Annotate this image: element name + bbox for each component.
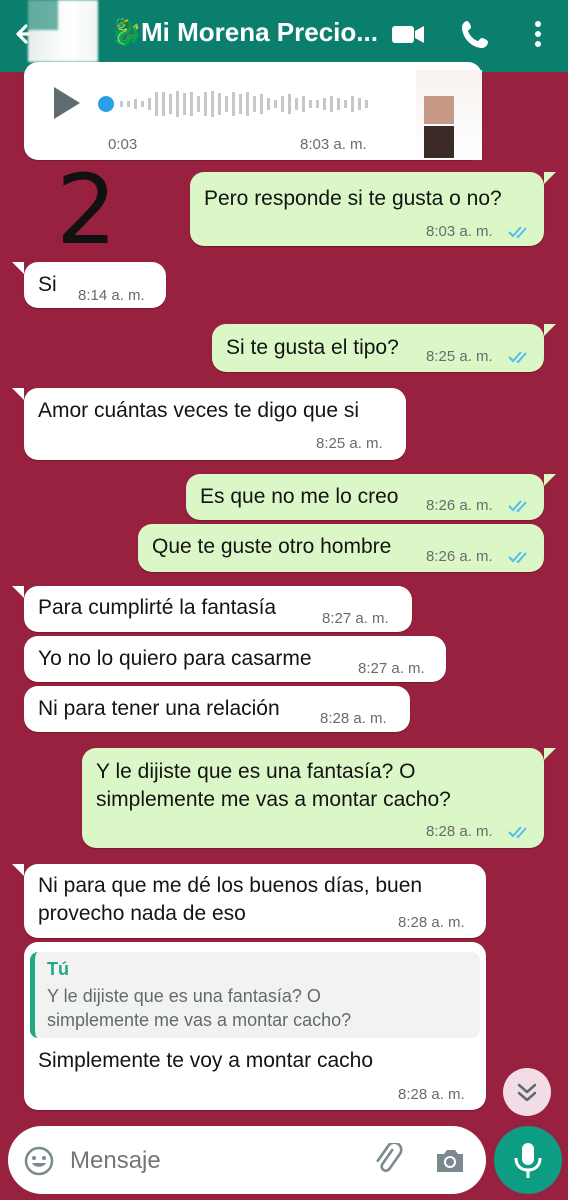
message-time: 8:03 a. m. (426, 223, 493, 240)
camera-icon[interactable] (432, 1143, 468, 1184)
scroll-to-bottom-button[interactable] (503, 1068, 551, 1116)
emoji-icon[interactable] (22, 1144, 56, 1183)
message-time: 8:26 a. m. (426, 548, 493, 565)
message-text: Es que no me lo creo (200, 485, 399, 508)
message-bubble-outgoing[interactable]: Y le dijiste que es una fantasía? O simp… (82, 748, 544, 848)
bubble-tail (544, 748, 556, 760)
message-bubble-incoming[interactable]: Si 8:14 a. m. (24, 262, 166, 308)
message-composer (8, 1126, 486, 1194)
message-text-line: Ni para que me dé los buenos días, buen (38, 874, 423, 897)
voice-time: 8:03 a. m. (300, 136, 367, 153)
message-bubble-incoming[interactable]: Para cumplirté la fantasía 8:27 a. m. (24, 586, 412, 632)
message-text: Para cumplirté la fantasía (38, 596, 277, 619)
bubble-tail (12, 388, 24, 400)
message-time: 8:26 a. m. (426, 497, 493, 514)
message-bubble-incoming[interactable]: Amor cuántas veces te digo que si 8:25 a… (24, 388, 406, 460)
message-bubble-outgoing[interactable]: Que te guste otro hombre 8:26 a. m. (138, 524, 544, 572)
message-bubble-incoming[interactable]: Ni para tener una relación 8:28 a. m. (24, 686, 410, 732)
message-text-line: Y le dijiste que es una fantasía? O (96, 760, 416, 783)
title-emoji: 🐉 (110, 17, 143, 47)
message-time: 8:27 a. m. (322, 610, 389, 627)
bubble-tail (12, 262, 24, 274)
quoted-message[interactable]: Tú Y le dijiste que es una fantasía? O s… (30, 952, 480, 1038)
message-time: 8:28 a. m. (426, 823, 493, 840)
bubble-tail (544, 172, 556, 184)
voice-duration: 0:03 (108, 136, 138, 153)
message-text: Si te gusta el tipo? (226, 336, 399, 359)
message-time: 8:28 a. m. (320, 710, 387, 727)
message-text-line: simplemente me vas a montar cacho? (96, 788, 451, 811)
message-text: Amor cuántas veces te digo que si (38, 399, 360, 422)
message-time: 8:28 a. m. (398, 914, 465, 931)
bubble-tail (544, 324, 556, 336)
message-bubble-outgoing[interactable]: Si te gusta el tipo? 8:25 a. m. (212, 324, 544, 372)
annotation-number: 2 (56, 154, 118, 266)
message-bubble-outgoing[interactable]: Pero responde si te gusta o no? 8:03 a. … (190, 172, 544, 246)
double-check-icon (508, 226, 527, 239)
mic-icon (514, 1143, 542, 1178)
message-text-line: provecho nada de eso (38, 902, 246, 925)
double-chevron-down-icon (517, 1083, 537, 1102)
message-time: 8:14 a. m. (78, 287, 145, 304)
message-bubble-incoming[interactable]: Yo no lo quiero para casarme 8:27 a. m. (24, 636, 446, 682)
message-time: 8:25 a. m. (316, 435, 383, 452)
play-icon[interactable] (50, 84, 84, 127)
quote-text-line: Y le dijiste que es una fantasía? O (47, 986, 321, 1006)
message-text: Pero responde si te gusta o no? (204, 187, 502, 210)
message-input[interactable] (68, 1140, 362, 1182)
bubble-tail (12, 586, 24, 598)
video-call-icon[interactable] (388, 14, 428, 54)
voice-note-bubble[interactable]: 0:03 8:03 a. m. (24, 62, 482, 160)
double-check-icon (508, 826, 527, 839)
double-check-icon (508, 500, 527, 513)
message-text: Si (38, 273, 57, 296)
sender-avatar (416, 70, 482, 160)
attach-icon[interactable] (370, 1141, 406, 1184)
message-time: 8:27 a. m. (358, 660, 425, 677)
message-bubble-incoming[interactable]: Ni para que me dé los buenos días, buen … (24, 864, 486, 938)
avatar[interactable] (28, 0, 98, 62)
bubble-tail (544, 474, 556, 486)
double-check-icon (508, 351, 527, 364)
double-check-icon (508, 551, 527, 564)
quote-author: Tú (47, 959, 69, 979)
message-text: Que te guste otro hombre (152, 535, 392, 558)
message-text: Yo no lo quiero para casarme (38, 647, 312, 670)
bubble-tail (12, 864, 24, 876)
message-time: 8:25 a. m. (426, 348, 493, 365)
message-text: Ni para tener una relación (38, 697, 280, 720)
message-bubble-outgoing[interactable]: Es que no me lo creo 8:26 a. m. (186, 474, 544, 520)
phone-icon[interactable] (456, 14, 496, 54)
chat-title[interactable]: Mi Morena Precio... (141, 16, 378, 48)
waveform[interactable] (96, 90, 376, 120)
mic-button[interactable] (494, 1126, 562, 1194)
message-time: 8:28 a. m. (398, 1086, 465, 1103)
quote-text-line: simplemente me vas a montar cacho? (47, 1010, 352, 1030)
message-text: Simplemente te voy a montar cacho (38, 1049, 373, 1072)
more-vert-icon[interactable] (518, 14, 558, 54)
